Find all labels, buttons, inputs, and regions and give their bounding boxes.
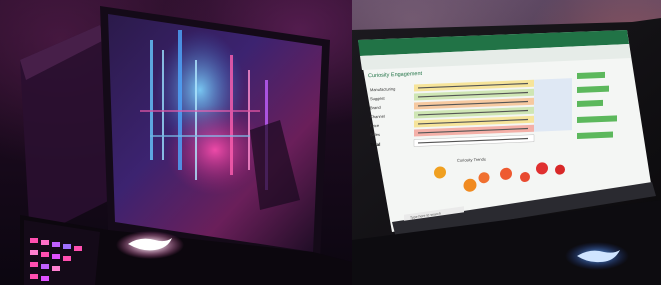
row-label-4: Price [370, 123, 380, 128]
row-label-6: Total [370, 142, 380, 147]
right-photo-svg: Curiosity Engagement Manufacturing Sugge… [352, 18, 661, 285]
row-label-5: Sales [370, 132, 380, 137]
left-photo-svg [20, 6, 352, 285]
right-photo-spreadsheet-laptop: Curiosity Engagement Manufacturing Sugge… [352, 0, 661, 285]
row-label-0: Manufacturing [370, 86, 395, 92]
row-label-1: Suggest [370, 96, 386, 102]
left-photo-gaming-laptop [0, 0, 352, 285]
row-label-3: Channel [370, 114, 385, 120]
row-label-2: Brand [370, 105, 381, 110]
